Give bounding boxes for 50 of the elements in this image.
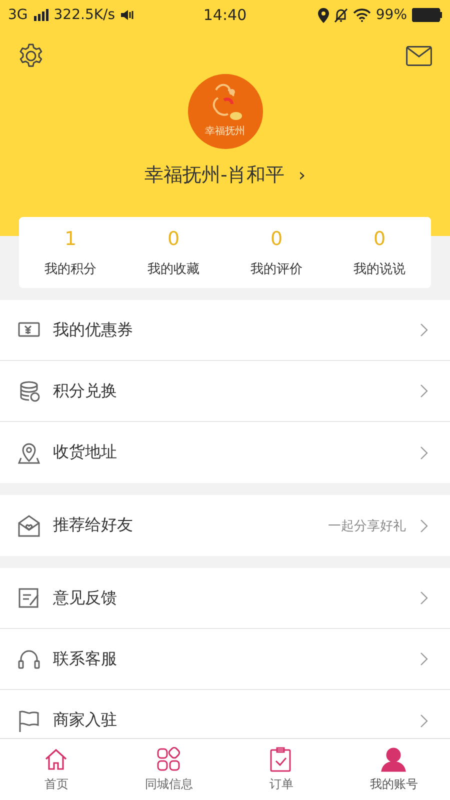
item-label: 意见反馈: [53, 588, 118, 608]
tab-icon: [156, 746, 182, 772]
battery-icon: [412, 8, 442, 22]
menu-icon: [18, 514, 40, 536]
signal-icon: [32, 9, 49, 21]
chevron-icon: [420, 518, 428, 532]
tab-icon: [43, 746, 70, 772]
item-label: 积分兑换: [53, 380, 118, 402]
item-label: 我的优惠券: [53, 320, 134, 340]
network-type: 3G: [8, 7, 28, 23]
menu-item[interactable]: 意见反馈: [0, 568, 450, 629]
speaker-icon: [120, 9, 134, 21]
chevron-icon: [420, 652, 428, 666]
menu-icon: [18, 710, 40, 732]
chevron-icon: [420, 323, 428, 337]
menu-item[interactable]: 我的优惠券: [0, 300, 450, 361]
menu-icon: [18, 587, 40, 609]
menu-icon: [18, 380, 40, 402]
chevron-icon: [420, 384, 428, 398]
user-name[interactable]: 幸福抚州-肖和平: [144, 162, 284, 188]
clock: 14:40: [203, 6, 247, 24]
item-label: 联系客服: [53, 648, 118, 670]
item-hint: 一起分享好礼: [328, 518, 406, 534]
chevron-icon: [420, 591, 428, 605]
stat-label[interactable]: 我的积分: [44, 260, 96, 278]
menu-icon: [18, 648, 40, 670]
stat-label[interactable]: 我的收藏: [148, 260, 200, 278]
chevron-icon: [420, 714, 428, 728]
chevron[interactable]: ›: [298, 164, 306, 186]
bell-muted-icon: [334, 8, 348, 22]
chevron-icon: [420, 446, 428, 460]
menu-item[interactable]: 收货地址: [0, 422, 450, 483]
wifi-icon: [352, 8, 371, 22]
item-label: 商家入驻: [53, 710, 118, 731]
menu-item[interactable]: 积分兑换: [0, 361, 450, 422]
menu-item[interactable]: 商家入驻: [0, 690, 450, 738]
logo-text: 幸福抚州: [205, 124, 245, 138]
menu-item[interactable]: 推荐给好友 一起分享好礼: [0, 495, 450, 556]
location-icon: [318, 8, 329, 22]
network-speed: 322.5K/s: [54, 7, 116, 23]
item-label: 收货地址: [53, 442, 118, 463]
tab-icon: [380, 746, 407, 772]
menu-item[interactable]: 联系客服: [0, 629, 450, 690]
mail-icon[interactable]: [406, 46, 432, 66]
menu-icon: [18, 442, 40, 464]
item-label: 推荐给好友: [53, 515, 134, 536]
stat-label[interactable]: 我的评价: [250, 260, 302, 278]
settings-icon[interactable]: [18, 43, 44, 69]
battery-percent: 99%: [376, 7, 407, 23]
stat-label[interactable]: 我的说说: [354, 260, 406, 278]
